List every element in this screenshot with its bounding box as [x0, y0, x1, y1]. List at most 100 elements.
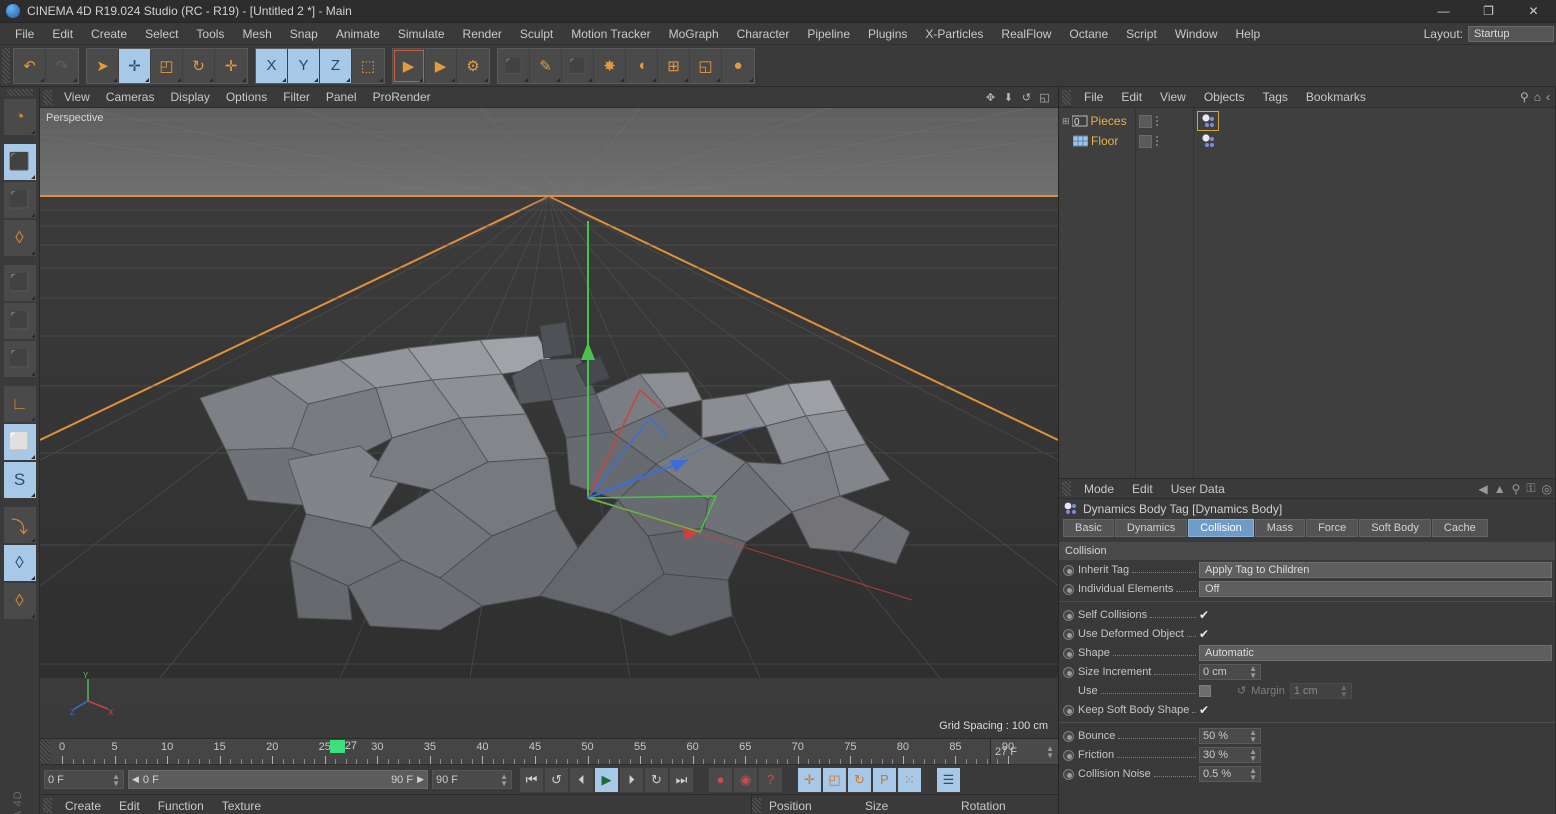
attribute-menu-user-data[interactable]: User Data	[1162, 479, 1234, 499]
attribute-manager-grip[interactable]	[1062, 481, 1071, 496]
expand-icon[interactable]: ⊞	[1062, 116, 1070, 127]
add-environment-button[interactable]: ⊞	[658, 48, 690, 83]
menu-item-create[interactable]: Create	[82, 24, 136, 44]
material-menu-grip[interactable]	[43, 798, 52, 813]
menu-item-octane[interactable]: Octane	[1060, 24, 1117, 44]
world-object-coordinates-button[interactable]: ⬚	[352, 48, 384, 83]
dynamics-body-tag[interactable]	[1198, 132, 1218, 150]
timeline-ruler[interactable]: 0 5 10 15 20 25 30 35 40 45 50 55 60 65 70 75 80 85 90 27	[50, 739, 1014, 764]
menu-item-sculpt[interactable]: Sculpt	[511, 24, 562, 44]
enable-snap-button[interactable]: ⤵	[2, 506, 37, 544]
menu-item-plugins[interactable]: Plugins	[859, 24, 916, 44]
scale-key-button[interactable]: ◰	[822, 766, 847, 793]
menu-item-window[interactable]: Window	[1166, 24, 1227, 44]
target-icon[interactable]: ◎	[1542, 482, 1552, 496]
parameter-radio[interactable]	[1063, 768, 1074, 780]
object-menu-edit[interactable]: Edit	[1112, 87, 1151, 107]
spinner-icon[interactable]: ▲ ▼	[1046, 744, 1054, 759]
parameter-radio[interactable]	[1063, 609, 1074, 621]
dolly-view-icon[interactable]: ⬇	[1001, 90, 1016, 105]
viewport-menu-view[interactable]: View	[56, 88, 98, 106]
maximize-button[interactable]: ❐	[1466, 0, 1511, 23]
keep-soft-body-shape-checkbox[interactable]: ✔	[1199, 704, 1211, 716]
preview-range-scrubber[interactable]: ◀ 0 F 90 F ▶	[128, 770, 428, 789]
texture-mode-button[interactable]: ⬛	[2, 181, 37, 219]
margin-field[interactable]: 1 cm ▲ ▼	[1289, 682, 1352, 699]
attribute-menu-mode[interactable]: Mode	[1075, 479, 1123, 499]
scrub-right-arrow-icon[interactable]: ▶	[417, 774, 424, 785]
menu-item-select[interactable]: Select	[136, 24, 187, 44]
menu-item-script[interactable]: Script	[1117, 24, 1166, 44]
visibility-toggle-icon[interactable]	[1139, 114, 1152, 128]
timeline-playhead[interactable]	[329, 740, 345, 753]
current-frame-input[interactable]: 0 F ▲ ▼	[44, 770, 124, 789]
scale-tool[interactable]: ◰	[151, 48, 183, 83]
lock-icon[interactable]: ⚿	[1526, 481, 1535, 496]
object-menu-view[interactable]: View	[1151, 87, 1195, 107]
spinner-icon[interactable]: ▲ ▼	[1249, 747, 1257, 762]
object-tag-row[interactable]	[1194, 131, 1555, 151]
individual-elements-dropdown[interactable]: Off	[1199, 580, 1552, 597]
viewport-menu-cameras[interactable]: Cameras	[98, 88, 163, 106]
parameter-radio[interactable]	[1063, 628, 1074, 640]
viewport-menu-options[interactable]: Options	[218, 88, 275, 106]
object-menu-bookmarks[interactable]: Bookmarks	[1297, 87, 1375, 107]
menu-item-snap[interactable]: Snap	[281, 24, 327, 44]
spinner-icon[interactable]: ▲ ▼	[1249, 664, 1257, 679]
workplane-mode-button[interactable]: ◊	[2, 219, 37, 257]
search-icon[interactable]: ⚲	[1512, 482, 1521, 496]
toolbar-grip[interactable]	[2, 47, 10, 84]
attribute-menu-edit[interactable]: Edit	[1123, 479, 1162, 499]
position-key-button[interactable]: ✛	[797, 766, 822, 793]
parameter-radio[interactable]	[1063, 564, 1074, 576]
move-tool[interactable]: ✛	[119, 48, 151, 83]
undo-button[interactable]: ↶	[14, 48, 46, 83]
play-forwards-button[interactable]: ▶	[594, 766, 619, 793]
viewport-solo-button[interactable]: S	[2, 461, 37, 499]
enable-axis-modification-button[interactable]: ⬜	[2, 423, 37, 461]
points-mode-button[interactable]: ⬛	[2, 264, 37, 302]
parameter-radio[interactable]	[1063, 749, 1074, 761]
material-menu-texture[interactable]: Texture	[213, 796, 270, 814]
parameter-radio[interactable]	[1063, 647, 1074, 659]
tab-mass[interactable]: Mass	[1254, 519, 1306, 537]
menu-item-motion-tracker[interactable]: Motion Tracker	[562, 24, 659, 44]
object-axis-mode-button[interactable]: ∟	[2, 385, 37, 423]
play-backwards-loop-button[interactable]: ↺	[544, 766, 569, 793]
spinner-icon[interactable]: ▲ ▼	[1249, 728, 1257, 743]
menu-item-simulate[interactable]: Simulate	[389, 24, 454, 44]
dynamics-body-tag[interactable]	[1197, 111, 1219, 131]
planar-workplane-button[interactable]: ◊	[2, 582, 37, 620]
object-manager-tree[interactable]: ⊞ 0 Pieces Floor	[1059, 108, 1555, 478]
viewport-menu-display[interactable]: Display	[162, 88, 217, 106]
render-view-button[interactable]: ▶	[393, 48, 425, 83]
parameter-radio[interactable]	[1063, 666, 1074, 678]
use-deformed-object-checkbox[interactable]: ✔	[1199, 628, 1211, 640]
keyframe-selection-button[interactable]: ?	[758, 766, 783, 793]
bounce-field[interactable]: 50 % ▲ ▼	[1199, 727, 1261, 744]
object-tag-row[interactable]	[1194, 111, 1555, 131]
lock-z-axis-button[interactable]: Z	[320, 48, 352, 83]
parameter-radio[interactable]	[1063, 583, 1074, 595]
options-icon[interactable]: ‹	[1546, 90, 1550, 104]
object-hierarchy-column[interactable]: ⊞ 0 Pieces Floor	[1059, 108, 1136, 478]
self-collisions-checkbox[interactable]: ✔	[1199, 609, 1211, 621]
perspective-viewport[interactable]: Perspective Grid Spacing : 100 cm Y X Z	[40, 108, 1058, 738]
add-spline-pen-button[interactable]: ✎	[530, 48, 562, 83]
maximize-viewport-icon[interactable]: ◱	[1037, 90, 1052, 105]
spinner-icon[interactable]: ▲ ▼	[1340, 683, 1348, 698]
menu-item-realflow[interactable]: RealFlow	[992, 24, 1060, 44]
object-menu-tags[interactable]: Tags	[1254, 87, 1297, 107]
timeline-current-frame-field[interactable]: 27 F ▲ ▼	[990, 739, 1058, 764]
menu-item-file[interactable]: File	[6, 24, 43, 44]
go-to-end-button[interactable]: ⏭	[669, 766, 694, 793]
add-camera-button[interactable]: ◱	[690, 48, 722, 83]
close-button[interactable]: ✕	[1511, 0, 1556, 23]
material-menu-function[interactable]: Function	[149, 796, 213, 814]
menu-item-pipeline[interactable]: Pipeline	[798, 24, 859, 44]
viewport-menu-panel[interactable]: Panel	[318, 88, 365, 106]
rotate-view-icon[interactable]: ↺	[1019, 90, 1034, 105]
shape-dropdown[interactable]: Automatic	[1199, 644, 1552, 661]
object-manager-grip[interactable]	[1062, 89, 1071, 105]
menu-item-edit[interactable]: Edit	[43, 24, 82, 44]
